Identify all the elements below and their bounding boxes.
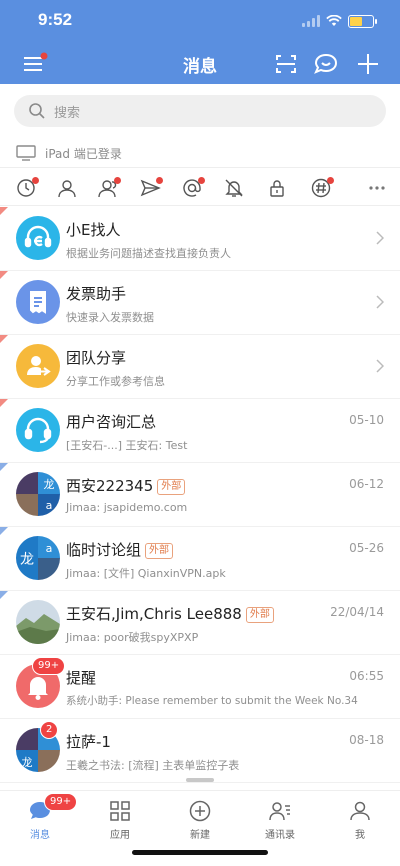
battery-icon bbox=[348, 14, 377, 28]
external-tag: 外部 bbox=[157, 479, 186, 495]
tab-messages[interactable]: 99+ 消息 bbox=[0, 793, 80, 841]
external-tag: 外部 bbox=[245, 607, 274, 623]
plus-icon[interactable] bbox=[354, 50, 382, 78]
filter-bar bbox=[0, 170, 400, 206]
page-title: 消息 bbox=[183, 57, 217, 77]
svg-text:龙: 龙 bbox=[20, 552, 34, 568]
tab-apps[interactable]: 应用 bbox=[80, 797, 160, 841]
user-icon bbox=[350, 801, 370, 821]
list-item[interactable]: 用户咨询汇总 [王安石-...] 王安石: Test 05-10 bbox=[0, 399, 400, 463]
group-avatar-icon: 龙 a bbox=[16, 472, 60, 516]
headset-e-icon bbox=[16, 216, 60, 260]
list-item[interactable]: 团队分享 分享工作或参考信息 bbox=[0, 335, 400, 399]
conversation-date: 08-18 bbox=[349, 733, 384, 747]
tab-label: 消息 bbox=[30, 830, 50, 841]
drag-handle[interactable] bbox=[186, 778, 214, 782]
unread-badge: 99+ bbox=[32, 657, 66, 675]
chat-bubble-icon[interactable] bbox=[312, 50, 340, 78]
list-item[interactable]: 小E找人 根据业务问题描述查找直接负责人 bbox=[0, 207, 400, 271]
person-icon[interactable] bbox=[56, 177, 80, 199]
contacts-icon bbox=[269, 802, 290, 821]
more-icon[interactable] bbox=[366, 177, 390, 199]
conversation-title: 西安222345 外部 bbox=[66, 475, 186, 496]
hashtag-icon[interactable] bbox=[310, 177, 334, 199]
conversation-title: 用户咨询汇总 bbox=[66, 413, 157, 431]
conversation-title: 临时讨论组 外部 bbox=[66, 539, 174, 560]
svg-text:龙: 龙 bbox=[22, 756, 33, 769]
nav-bar: 消息 bbox=[0, 44, 400, 84]
conversation-preview: Jimaa: [文件] QianxinVPN.apk bbox=[66, 567, 226, 580]
headset-icon bbox=[16, 408, 60, 452]
device-notice-text: iPad 端已登录 bbox=[45, 147, 122, 161]
conversation-preview: 快速录入发票数据 bbox=[66, 311, 154, 324]
conversation-preview: [王安石-...] 王安石: Test bbox=[66, 439, 188, 452]
send-icon[interactable] bbox=[139, 177, 163, 199]
search-input[interactable]: 搜索 bbox=[14, 95, 386, 127]
apps-grid-icon bbox=[110, 801, 130, 821]
share-person-icon bbox=[16, 344, 60, 388]
search-placeholder: 搜索 bbox=[54, 106, 81, 121]
bell-off-icon[interactable] bbox=[223, 177, 247, 199]
chevron-right-icon bbox=[376, 295, 384, 309]
chevron-right-icon bbox=[376, 359, 384, 373]
cellular-signal-icon bbox=[302, 15, 320, 27]
conversation-title: 提醒 bbox=[66, 669, 97, 687]
tab-badge: 99+ bbox=[44, 793, 78, 811]
conversation-preview: 分享工作或参考信息 bbox=[66, 375, 165, 388]
at-icon[interactable] bbox=[181, 177, 205, 199]
wifi-icon bbox=[326, 15, 342, 26]
svg-text:a: a bbox=[46, 542, 53, 555]
device-login-notice[interactable]: iPad 端已登录 bbox=[0, 138, 400, 168]
tab-contacts[interactable]: 通讯录 bbox=[240, 797, 320, 841]
conversation-title: 团队分享 bbox=[66, 349, 127, 367]
conversation-date: 05-26 bbox=[349, 541, 384, 555]
conversation-preview: 系统小助手: Please remember to submit the Wee… bbox=[66, 695, 358, 707]
tab-new[interactable]: 新建 bbox=[160, 797, 240, 841]
conversation-title: 小E找人 bbox=[66, 221, 121, 239]
conversation-preview: Jimaa: jsapidemo.com bbox=[66, 501, 188, 514]
home-indicator bbox=[132, 850, 268, 855]
list-item[interactable]: 发票助手 快速录入发票数据 bbox=[0, 271, 400, 335]
list-item[interactable]: 龙 a 临时讨论组 外部 Jimaa: [文件] QianxinVPN.apk 0… bbox=[0, 527, 400, 591]
monitor-icon bbox=[16, 145, 36, 161]
conversation-date: 22/04/14 bbox=[330, 605, 384, 619]
list-item[interactable]: 龙 a 西安222345 外部 Jimaa: jsapidemo.com 06-1… bbox=[0, 463, 400, 527]
svg-text:龙: 龙 bbox=[44, 478, 55, 491]
status-icons bbox=[302, 12, 377, 30]
conversation-title: 王安石,Jim,Chris Lee888 外部 bbox=[66, 603, 274, 624]
conversation-preview: 根据业务问题描述查找直接负责人 bbox=[66, 247, 231, 260]
status-bar: 9:52 bbox=[0, 0, 400, 40]
conversation-preview: Jimaa: poor破我spyXPXP bbox=[66, 631, 199, 644]
conversation-preview: 王羲之书法: [流程] 主表单监控子表 bbox=[66, 759, 240, 772]
tab-label: 我 bbox=[355, 830, 365, 841]
plus-circle-icon bbox=[189, 800, 211, 822]
scan-icon[interactable] bbox=[272, 50, 300, 78]
status-time: 9:52 bbox=[38, 10, 73, 29]
lock-icon[interactable] bbox=[266, 177, 290, 199]
receipt-icon bbox=[16, 280, 60, 324]
list-item[interactable]: 王安石,Jim,Chris Lee888 外部 Jimaa: poor破我spyX… bbox=[0, 591, 400, 655]
conversation-date: 06-12 bbox=[349, 477, 384, 491]
conversation-date: 06:55 bbox=[349, 669, 384, 683]
conversation-title: 发票助手 bbox=[66, 285, 127, 303]
landscape-avatar-icon bbox=[16, 600, 60, 644]
tab-label: 通讯录 bbox=[265, 830, 295, 841]
tab-me[interactable]: 我 bbox=[320, 797, 400, 841]
group-avatar-icon: 龙 a bbox=[16, 536, 60, 580]
external-tag: 外部 bbox=[145, 543, 174, 559]
search-icon bbox=[29, 103, 45, 119]
list-item[interactable]: 99+ 提醒 系统小助手: Please remember to submit … bbox=[0, 655, 400, 719]
clock-icon[interactable] bbox=[15, 177, 39, 199]
conversation-date: 05-10 bbox=[349, 413, 384, 427]
conversation-title: 拉萨-1 bbox=[66, 733, 111, 751]
tab-label: 应用 bbox=[110, 830, 130, 841]
app-header: 9:52 消息 bbox=[0, 0, 400, 84]
list-item[interactable]: 龙 2 拉萨-1 王羲之书法: [流程] 主表单监控子表 08-18 bbox=[0, 719, 400, 783]
tab-label: 新建 bbox=[190, 830, 210, 841]
chevron-right-icon bbox=[376, 231, 384, 245]
group-icon[interactable] bbox=[97, 177, 121, 199]
svg-text:a: a bbox=[46, 499, 53, 512]
